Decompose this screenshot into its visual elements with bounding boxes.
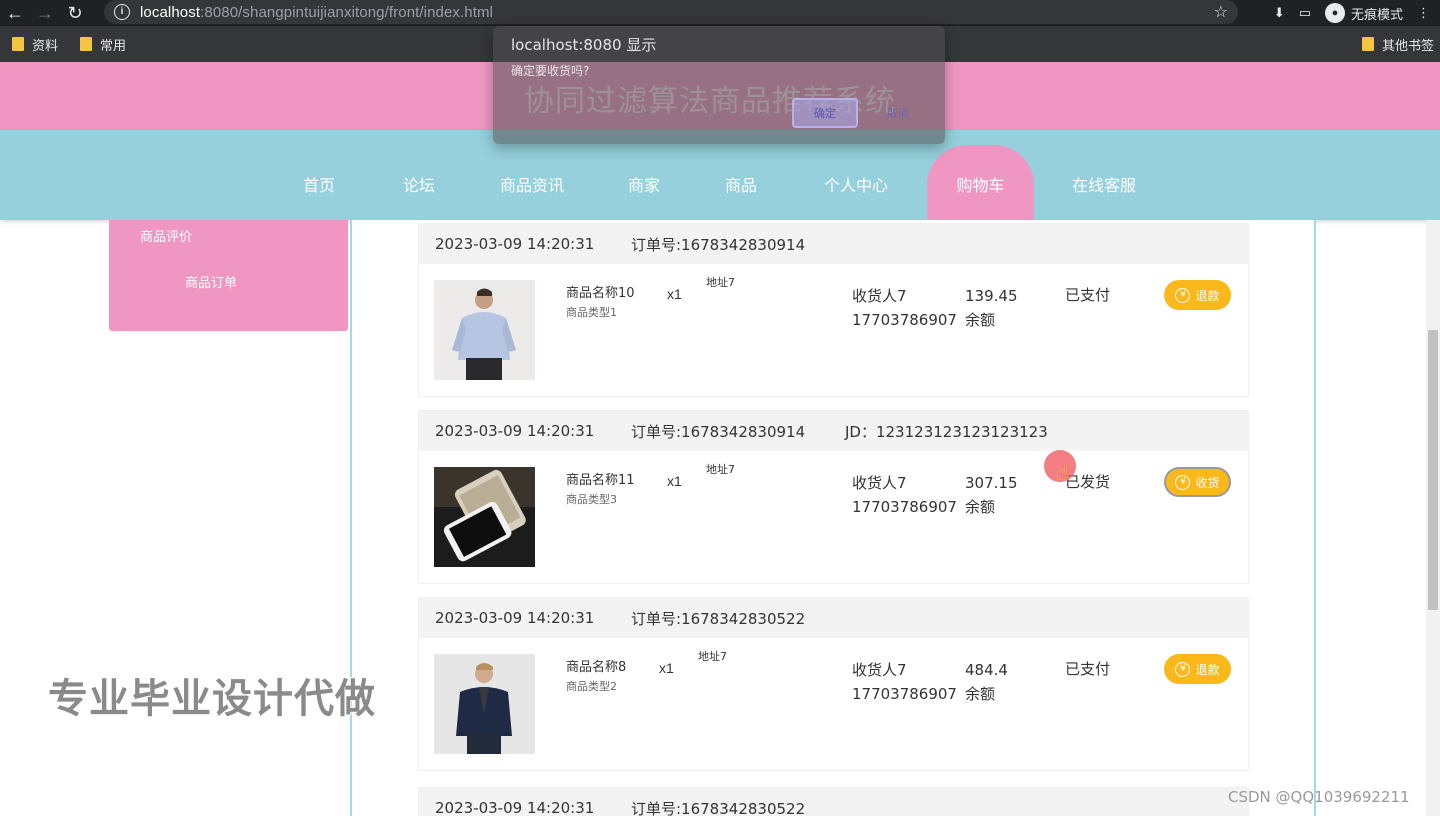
other-bookmarks[interactable]: 其他书签 — [1361, 26, 1434, 62]
browser-toolbar: ← → ↻ i localhost:8080/shangpintuijianxi… — [0, 0, 1440, 26]
price-info: 307.15 余额 — [965, 474, 1018, 516]
receiver-info: 收货人7 17703786907 — [852, 474, 957, 516]
quantity: x1 — [667, 286, 682, 302]
bookmark-folder-ziliao[interactable]: 资料 — [12, 35, 58, 54]
order-time: 2023-03-09 14:20:31 — [435, 235, 595, 253]
order-card: 2023-03-09 14:20:31 订单号:1678342830522 商品… — [418, 597, 1249, 771]
order-header: 2023-03-09 14:20:31 订单号:1678342830914 JD… — [419, 411, 1248, 451]
nav-cart-label: 购物车 — [956, 176, 1005, 195]
orders-panel: 2023-03-09 14:20:31 订单号:1678342830914 商品… — [350, 220, 1316, 816]
order-card: 2023-03-09 14:20:31 订单号:1678342830522 — [418, 787, 1249, 816]
order-header: 2023-03-09 14:20:31 订单号:1678342830522 — [419, 598, 1248, 638]
nav-home[interactable]: 首页 — [303, 172, 335, 196]
product-type: 商品类型1 — [566, 306, 617, 319]
order-number: 订单号:1678342830522 — [631, 799, 806, 816]
product-type: 商品类型3 — [566, 493, 617, 506]
hand-cursor-icon: ☝ — [1056, 460, 1070, 485]
folder-icon — [1361, 37, 1374, 51]
bookmark-star-icon[interactable]: ☆ — [1214, 2, 1228, 22]
bookmark-folder-changyong[interactable]: 常用 — [80, 35, 126, 54]
csdn-watermark: CSDN @QQ1039692211 — [1228, 788, 1410, 806]
quantity: x1 — [667, 473, 682, 489]
incognito-label: 无痕模式 — [1350, 6, 1403, 22]
watermark-text: 专业毕业设计代做 — [47, 675, 376, 723]
product-name: 商品名称11 — [566, 473, 635, 488]
download-icon[interactable]: ⬇ — [1274, 5, 1285, 21]
order-number: 订单号:1678342830914 — [631, 422, 806, 441]
order-time: 2023-03-09 14:20:31 — [435, 799, 595, 816]
order-card: 2023-03-09 14:20:31 订单号:1678342830914 商品… — [418, 223, 1249, 397]
order-time: 2023-03-09 14:20:31 — [435, 609, 595, 627]
menu-icon[interactable]: ⋮ — [1417, 5, 1430, 21]
address: 地址7 — [706, 463, 735, 476]
product-image[interactable] — [434, 467, 535, 567]
address: 地址7 — [698, 650, 727, 663]
forward-icon[interactable]: → — [30, 0, 60, 26]
receiver-info: 收货人7 17703786907 — [852, 287, 957, 329]
confirm-receipt-button[interactable]: ¥ 收货 — [1164, 467, 1231, 497]
side-menu: 商品评价 商品订单 — [109, 220, 348, 331]
receiver-info: 收货人7 17703786907 — [852, 661, 957, 703]
quantity: x1 — [659, 660, 674, 676]
nav-merchants[interactable]: 商家 — [628, 172, 660, 196]
dialog-message: 确定要收货吗? — [511, 64, 590, 78]
folder-icon — [12, 37, 24, 51]
order-header: 2023-03-09 14:20:31 订单号:1678342830914 — [419, 224, 1248, 264]
dialog-title: localhost:8080 显示 — [511, 36, 657, 54]
nav-news[interactable]: 商品资讯 — [500, 172, 564, 196]
sidebar-icon[interactable]: ▭ — [1299, 5, 1311, 21]
order-number: 订单号:1678342830914 — [631, 235, 806, 254]
order-time: 2023-03-09 14:20:31 — [435, 422, 595, 440]
refund-button[interactable]: ¥ 退款 — [1164, 280, 1231, 310]
incognito-icon: ● — [1324, 3, 1345, 23]
nav-profile[interactable]: 个人中心 — [824, 172, 888, 196]
price-info: 484.4 余额 — [965, 661, 1008, 703]
folder-icon — [80, 37, 93, 51]
product-name: 商品名称8 — [566, 660, 627, 675]
order-card: 2023-03-09 14:20:31 订单号:1678342830914 JD… — [418, 410, 1249, 584]
confirm-dialog: localhost:8080 显示 确定要收货吗? 确定 取消 — [493, 26, 945, 144]
yen-icon: ¥ — [1175, 287, 1191, 303]
address-bar[interactable]: i localhost:8080/shangpintuijianxitong/f… — [104, 0, 1238, 24]
reload-icon[interactable]: ↻ — [60, 0, 90, 26]
product-image[interactable] — [434, 654, 535, 754]
refund-button[interactable]: ¥ 退款 — [1164, 654, 1231, 684]
order-header: 2023-03-09 14:20:31 订单号:1678342830522 — [419, 788, 1248, 816]
dialog-ok-button[interactable]: 确定 — [792, 98, 858, 128]
page-scrollbar-thumb[interactable] — [1428, 330, 1438, 610]
dialog-cancel-button[interactable]: 取消 — [865, 98, 931, 128]
price-info: 139.45 余额 — [965, 287, 1018, 329]
order-status: 已支付 — [1065, 660, 1111, 678]
nav-products[interactable]: 商品 — [725, 172, 757, 196]
product-type: 商品类型2 — [566, 680, 617, 693]
tracking-number: JD：123123123123123123 — [845, 422, 1048, 441]
yen-icon: ¥ — [1175, 474, 1191, 490]
order-status: 已支付 — [1065, 286, 1111, 304]
side-item-orders[interactable]: 商品订单 — [185, 272, 237, 291]
product-image[interactable] — [434, 280, 535, 380]
nav-cart[interactable]: 购物车 — [927, 145, 1034, 220]
nav-support[interactable]: 在线客服 — [1072, 172, 1136, 196]
url-text: localhost:8080/shangpintuijianxitong/fro… — [140, 3, 494, 21]
product-name: 商品名称10 — [566, 286, 635, 301]
yen-icon: ¥ — [1175, 661, 1191, 677]
site-info-icon[interactable]: i — [114, 4, 130, 20]
side-item-reviews[interactable]: 商品评价 — [140, 226, 192, 245]
address: 地址7 — [706, 276, 735, 289]
back-icon[interactable]: ← — [0, 0, 30, 26]
nav-forum[interactable]: 论坛 — [403, 172, 435, 196]
incognito-indicator[interactable]: ● 无痕模式 — [1324, 3, 1403, 23]
order-number: 订单号:1678342830522 — [631, 609, 806, 628]
